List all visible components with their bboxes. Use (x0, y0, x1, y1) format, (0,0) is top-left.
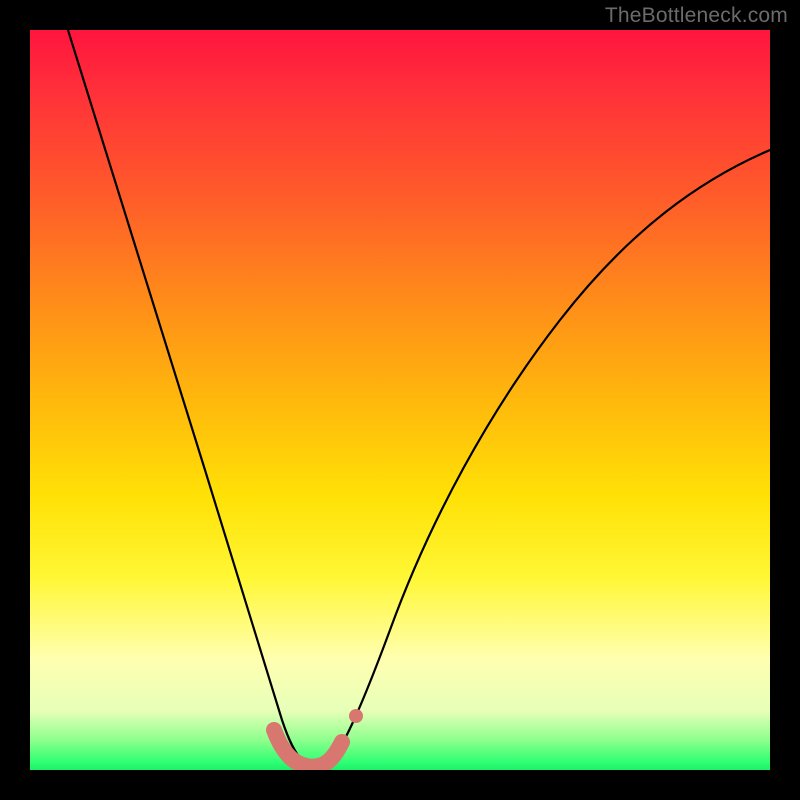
bottleneck-curve (68, 30, 770, 766)
chart-frame: TheBottleneck.com (0, 0, 800, 800)
marker-segment (274, 730, 342, 767)
watermark-text: TheBottleneck.com (605, 4, 788, 28)
marker-dot (349, 709, 363, 723)
plot-area (30, 30, 770, 770)
curve-layer (30, 30, 770, 770)
